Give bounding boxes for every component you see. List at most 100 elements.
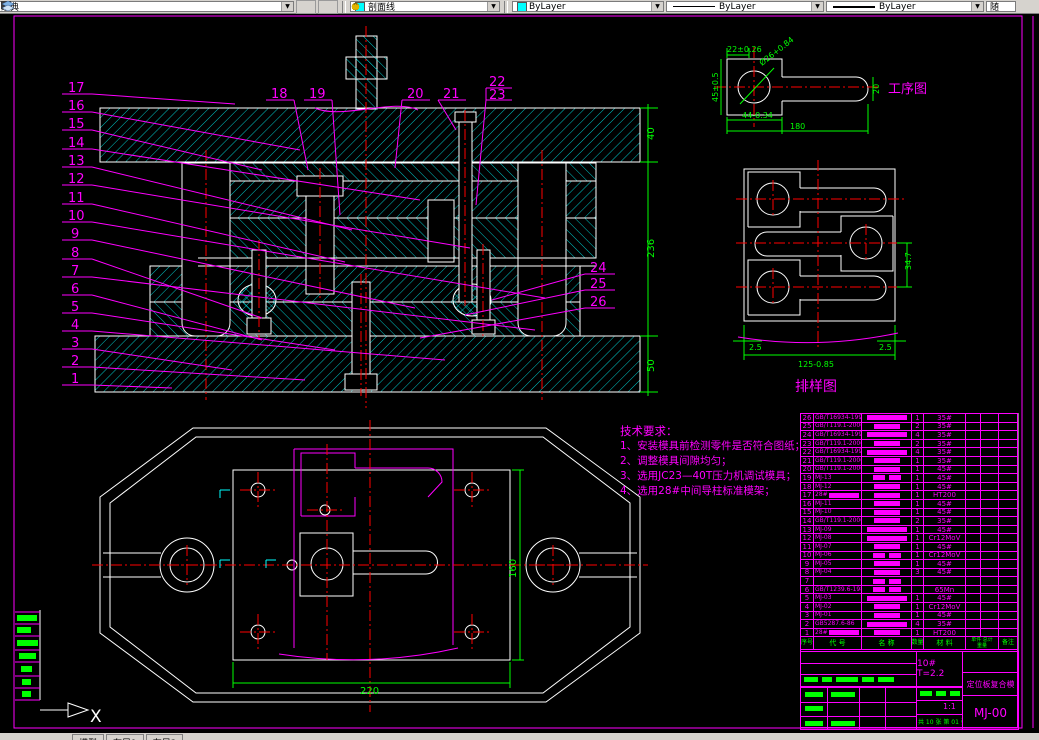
bom-header-code: 代 号 <box>814 637 862 650</box>
bom-cell-note <box>999 440 1017 448</box>
bom-cell-note <box>999 491 1017 499</box>
dim-overall: 236 <box>646 239 657 258</box>
bom-cell-qty: 1 <box>912 603 924 611</box>
section-dimensions: 40 236 50 <box>640 104 658 396</box>
balloon-18: 18 <box>271 87 288 102</box>
tab-layout2[interactable]: 布局2 <box>145 734 184 740</box>
material-spec-box: 10# T=2.2 <box>916 651 963 687</box>
bom-cell-note <box>999 620 1017 628</box>
bom-cell-name <box>862 585 912 594</box>
bom-header: 序号 代 号 名 称 数量 材 料 单件 总计 重量 备注 <box>801 637 1017 651</box>
company-box <box>962 651 1019 673</box>
proc-dim-top: 22±0.26 <box>727 45 762 54</box>
bom-row: 25 GB/T119.1-2000 2 35# <box>801 422 1017 432</box>
bom-cell-material: 45# <box>924 482 966 491</box>
bom-cell-no: 6 <box>801 585 814 594</box>
bom-cell-total-weight <box>981 465 999 474</box>
bom-cell-qty: 1 <box>912 508 924 517</box>
balloon-25: 25 <box>590 277 607 292</box>
bom-cell-code: MJ-08 <box>814 534 862 542</box>
bom-cell-total-weight <box>981 517 999 525</box>
bom-cell-unit-weight <box>966 439 981 448</box>
scale-value: 1:1 <box>943 702 956 711</box>
bom-cell-total-weight <box>981 560 999 568</box>
bom-cell-name <box>862 603 912 611</box>
bom-cell-name <box>862 534 912 542</box>
bom-cell-no: 9 <box>801 560 814 568</box>
bom-cell-note <box>999 569 1017 577</box>
balloon-12: 12 <box>68 172 85 187</box>
bom-cell-no: 10 <box>801 551 814 560</box>
bom-cell-code: GB/T16934-1997 <box>815 431 862 439</box>
plan-dim-width: 220 <box>360 686 379 697</box>
tech-req-item: 4、选用28#中间导柱标准模架； <box>620 485 775 497</box>
bom-cell-note <box>999 560 1017 568</box>
bom-cell-no: 13 <box>801 525 814 534</box>
bom-cell-qty: 1 <box>912 525 924 534</box>
bom-cell-total-weight <box>981 508 999 517</box>
bom-cell-code: GB/T119.1-2000 <box>815 422 862 431</box>
bom-row: 17 28# 1 HT200 <box>801 491 1017 500</box>
dim-bottom-plate: 50 <box>646 359 657 372</box>
bom-cell-unit-weight <box>966 628 981 637</box>
bom-cell-unit-weight <box>966 585 981 594</box>
bom-row: 24 GB/T16934-1997 4 35# <box>801 431 1017 440</box>
bom-cell-no: 4 <box>801 603 814 611</box>
bom-cell-note <box>999 552 1017 560</box>
bom-cell-unit-weight <box>966 560 981 568</box>
bom-cell-name <box>862 517 912 525</box>
bom-header-name: 名 称 <box>862 637 912 650</box>
bom-cell-name <box>862 482 912 491</box>
bom-cell-qty: 1 <box>912 491 924 499</box>
balloon-3: 3 <box>71 336 79 351</box>
bom-row: 15 MJ-10 1 45# <box>801 508 1017 518</box>
plan-dim-height: 160 <box>508 559 519 578</box>
bom-cell-qty: 4 <box>912 431 924 439</box>
bom-row: 1 28# 1 HT200 <box>801 628 1017 638</box>
bom-cell-material: 35# <box>924 439 966 448</box>
bom-cell-total-weight <box>981 551 999 560</box>
bom-cell-no: 5 <box>801 594 814 603</box>
dim-top-plate: 40 <box>646 127 657 140</box>
bom-cell-qty: 1 <box>912 542 924 551</box>
bom-cell-material: 35# <box>924 414 966 422</box>
bom-cell-total-weight <box>981 431 999 439</box>
layout-view: 34.7 2.5 2.5 125-0.85 排样图 <box>733 160 913 395</box>
balloon-19: 19 <box>309 87 326 102</box>
bom-cell-qty: 2 <box>912 422 924 431</box>
bom-cell-code: MJ-13 <box>814 474 862 482</box>
bom-cell-unit-weight <box>966 456 981 465</box>
balloon-1: 1 <box>71 372 79 387</box>
sheet-info: 共 10 张 第 01 张 <box>918 719 962 726</box>
bom-cell-no: 7 <box>801 577 814 585</box>
bom-cell-no: 23 <box>801 439 814 448</box>
bom-row: 10 MJ-06 1 Cr12MoV <box>801 551 1017 561</box>
balloon-6: 6 <box>71 282 79 297</box>
balloon-17: 17 <box>68 81 85 96</box>
bom-cell-note <box>999 457 1017 465</box>
material-spec: 10# T=2.2 <box>917 659 945 679</box>
bom-cell-unit-weight <box>966 508 981 517</box>
bom-cell-unit-weight <box>966 525 981 534</box>
bom-cell-total-weight <box>981 482 999 491</box>
bom-cell-name <box>862 474 912 482</box>
bom-cell-unit-weight <box>966 551 981 560</box>
bom-row: 12 MJ-08 1 Cr12MoV <box>801 534 1017 543</box>
layout-view-label: 排样图 <box>795 379 837 395</box>
balloon-8: 8 <box>71 246 79 261</box>
bom-cell-name <box>862 525 912 534</box>
bom-cell-no: 26 <box>801 414 814 422</box>
bom-cell-no: 17 <box>801 491 814 499</box>
bom-cell-total-weight <box>981 568 999 577</box>
bom-cell-material: Cr12MoV <box>924 603 966 611</box>
bom-cell-code: MJ-06 <box>814 551 862 560</box>
bom-cell-no: 25 <box>801 422 814 431</box>
bom-cell-code: MJ-12 <box>814 482 862 491</box>
bom-cell-qty <box>912 577 924 585</box>
bom-cell-code: MJ-01 <box>814 611 862 620</box>
bom-row: 20 GB/T119.1-2000 1 45# <box>801 465 1017 475</box>
bom-cell-material: 35# <box>924 620 966 628</box>
tab-model[interactable]: 模型 <box>72 734 105 740</box>
balloon-5: 5 <box>71 300 79 315</box>
tab-layout1[interactable]: 布局1 <box>106 734 144 740</box>
